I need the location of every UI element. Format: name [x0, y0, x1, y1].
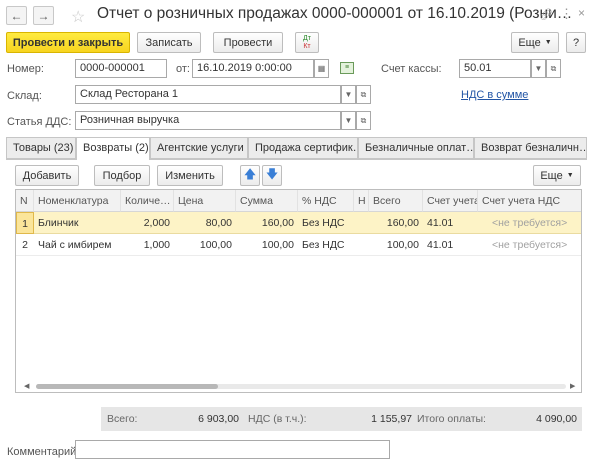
- save-button[interactable]: Записать: [137, 32, 201, 53]
- chevron-down-icon: ▼: [544, 39, 552, 46]
- col-header-total[interactable]: Всего: [369, 190, 423, 212]
- warehouse-label: Склад:: [7, 90, 42, 102]
- dropdown-icon[interactable]: ▼: [341, 111, 356, 130]
- dt-kt-button[interactable]: Дт Кт: [295, 32, 319, 53]
- cell-qty[interactable]: 1,000: [121, 234, 174, 256]
- vat-label: НДС (в т.ч.):: [248, 413, 307, 425]
- favorite-star-icon[interactable]: ☆: [71, 7, 85, 27]
- cell-total[interactable]: 100,00: [369, 234, 423, 256]
- tab-certificate-sales[interactable]: Продажа сертифик…: [248, 137, 358, 159]
- post-button[interactable]: Провести: [213, 32, 283, 53]
- link-icon[interactable]: 🔗︎: [539, 8, 553, 21]
- dropdown-icon[interactable]: ▼: [531, 59, 546, 78]
- back-button[interactable]: ←: [6, 6, 27, 25]
- cell-price[interactable]: 100,00: [174, 234, 236, 256]
- cell-n[interactable]: 1: [16, 212, 34, 234]
- vat-in-amount-link[interactable]: НДС в сумме: [461, 89, 528, 101]
- col-header-vat[interactable]: Н: [354, 190, 369, 212]
- total-label: Всего:: [107, 413, 138, 425]
- scrollbar-thumb[interactable]: [36, 384, 218, 389]
- window-title: Отчет о розничных продажах 0000-000001 о…: [97, 5, 573, 22]
- more-button[interactable]: Еще ▼: [511, 32, 559, 53]
- col-header-sum[interactable]: Сумма: [236, 190, 298, 212]
- scroll-left-icon[interactable]: ◀: [24, 382, 33, 390]
- cell-vat-rate[interactable]: Без НДС: [298, 234, 354, 256]
- tab-agent-services[interactable]: Агентские услуги: [150, 137, 248, 159]
- totals-bar: Всего: 6 903,00 НДС (в т.ч.): 1 155,97 И…: [101, 407, 582, 431]
- more-label: Еще: [518, 36, 541, 49]
- add-button[interactable]: Добавить: [15, 165, 79, 186]
- tab-returns[interactable]: Возвраты (2): [76, 137, 150, 160]
- calendar-icon[interactable]: ▦: [314, 59, 329, 78]
- move-down-button[interactable]: 🡇: [262, 165, 282, 186]
- cell-sum[interactable]: 100,00: [236, 234, 298, 256]
- cell-vat-account[interactable]: <не требуется>: [488, 234, 581, 256]
- cash-account-field[interactable]: 50.01: [459, 59, 531, 78]
- cell-vat[interactable]: [354, 234, 369, 256]
- change-button[interactable]: Изменить: [157, 165, 223, 186]
- warehouse-field[interactable]: Склад Ресторана 1: [75, 85, 341, 104]
- col-header-n[interactable]: N: [16, 190, 34, 212]
- col-header-vat-account[interactable]: Счет учета НДС: [478, 190, 581, 212]
- cash-account-label: Счет кассы:: [381, 63, 442, 75]
- col-header-qty[interactable]: Количе…: [121, 190, 174, 212]
- move-up-button[interactable]: 🡅: [240, 165, 260, 186]
- table-more-button[interactable]: Еще ▼: [533, 165, 581, 186]
- cell-price[interactable]: 80,00: [174, 212, 236, 234]
- arrow-left-icon: ←: [10, 8, 23, 23]
- paid-label: Итого оплаты:: [417, 413, 486, 425]
- arrow-down-icon: 🡇: [265, 167, 279, 181]
- cell-account[interactable]: 41.01: [423, 212, 478, 234]
- dds-field[interactable]: Розничная выручка: [75, 111, 341, 130]
- cell-n[interactable]: 2: [16, 234, 34, 256]
- col-header-vat-rate[interactable]: % НДС: [298, 190, 354, 212]
- arrow-right-icon: →: [37, 8, 50, 23]
- open-icon[interactable]: ⧉: [356, 111, 371, 130]
- table-more-label: Еще: [540, 169, 563, 182]
- total-value: 6 903,00: [198, 413, 239, 425]
- cell-vat[interactable]: [354, 212, 369, 234]
- comment-label: Комментарий:: [7, 446, 80, 458]
- date-label: от:: [176, 63, 190, 75]
- dt-kt-icon-bottom: Кт: [303, 42, 311, 50]
- dt-kt-icon-top: Дт: [303, 34, 311, 42]
- pick-button[interactable]: Подбор: [94, 165, 150, 186]
- col-header-account[interactable]: Счет учета: [423, 190, 478, 212]
- dds-label: Статья ДДС:: [7, 116, 72, 128]
- cell-account[interactable]: 41.01: [423, 234, 478, 256]
- cash-register-icon[interactable]: ≡: [340, 62, 354, 74]
- vat-value: 1 155,97: [371, 413, 412, 425]
- number-label: Номер:: [7, 63, 44, 75]
- horizontal-scrollbar[interactable]: [36, 384, 566, 389]
- comment-field[interactable]: [75, 440, 390, 459]
- close-icon[interactable]: ×: [578, 6, 585, 20]
- returns-table[interactable]: N Номенклатура Количе… Цена Сумма % НДС …: [15, 189, 582, 393]
- open-icon[interactable]: ⧉: [356, 85, 371, 104]
- menu-icon[interactable]: ⋮: [560, 6, 573, 22]
- cell-total[interactable]: 160,00: [369, 212, 423, 234]
- active-tab-gap: [77, 158, 149, 160]
- cell-item[interactable]: Блинчик: [34, 212, 121, 234]
- cell-item[interactable]: Чай с имбирем: [34, 234, 121, 256]
- chevron-down-icon: ▼: [566, 172, 574, 179]
- tab-goods[interactable]: Товары (23): [6, 137, 76, 159]
- cell-vat-rate[interactable]: Без НДС: [298, 212, 354, 234]
- open-icon[interactable]: ⧉: [546, 59, 561, 78]
- post-and-close-button[interactable]: Провести и закрыть: [6, 32, 130, 53]
- date-field[interactable]: 16.10.2019 0:00:00: [192, 59, 314, 78]
- tab-cashless-payments[interactable]: Безналичные оплат…: [358, 137, 474, 159]
- col-header-item[interactable]: Номенклатура: [34, 190, 121, 212]
- dropdown-icon[interactable]: ▼: [341, 85, 356, 104]
- cell-qty[interactable]: 2,000: [121, 212, 174, 234]
- forward-button[interactable]: →: [33, 6, 54, 25]
- number-field[interactable]: 0000-000001: [75, 59, 167, 78]
- cell-vat-account[interactable]: <не требуется>: [488, 212, 581, 234]
- col-header-price[interactable]: Цена: [174, 190, 236, 212]
- help-button[interactable]: ?: [566, 32, 586, 53]
- paid-value: 4 090,00: [536, 413, 577, 425]
- cell-sum[interactable]: 160,00: [236, 212, 298, 234]
- scroll-right-icon[interactable]: ▶: [570, 382, 579, 390]
- tab-cashless-returns[interactable]: Возврат безналичн…: [474, 137, 587, 159]
- arrow-up-icon: 🡅: [243, 167, 257, 181]
